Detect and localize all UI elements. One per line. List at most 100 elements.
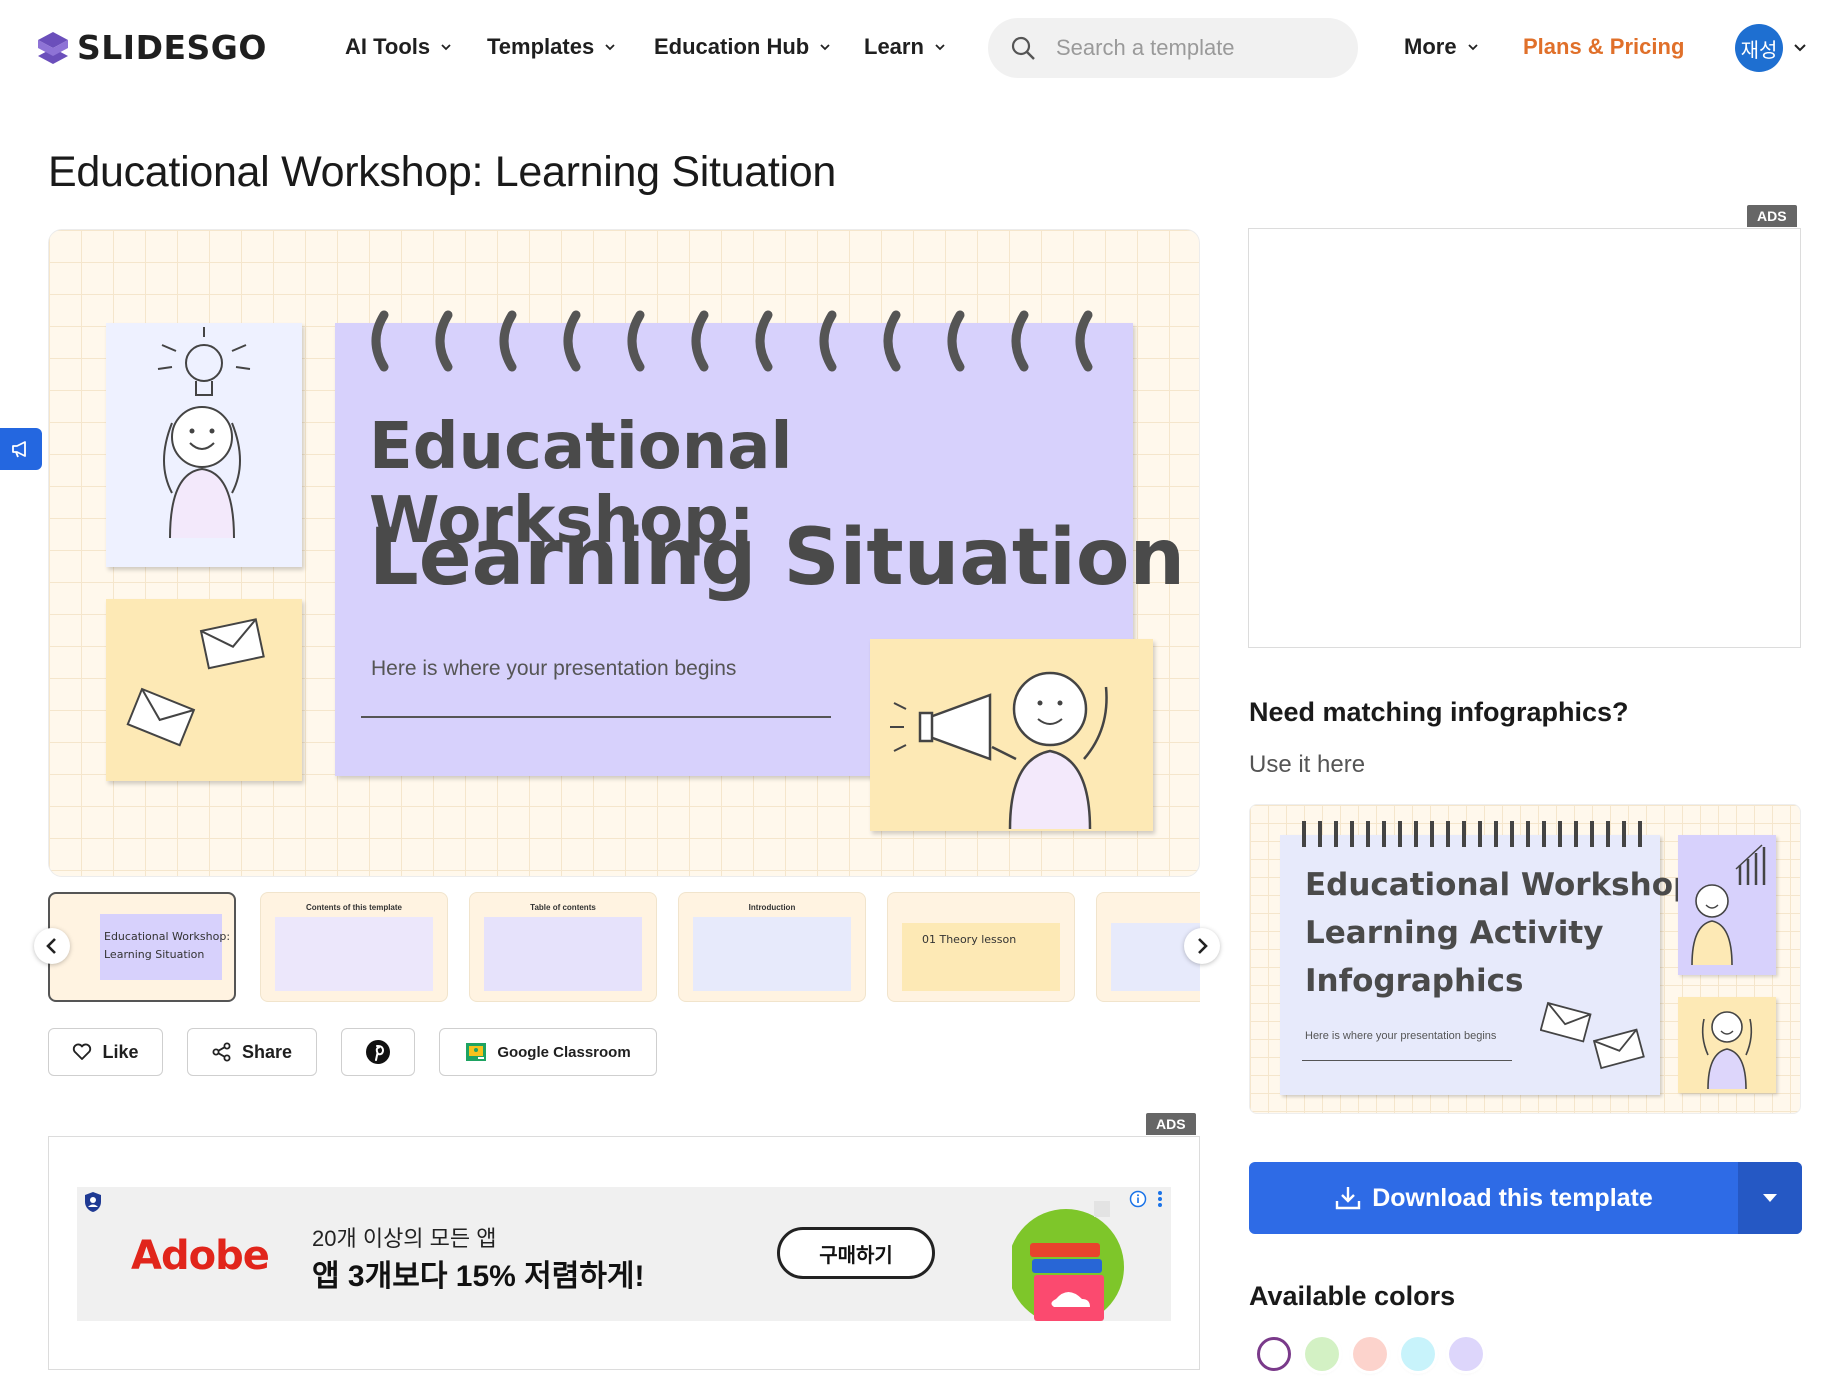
share-icon [212, 1042, 231, 1062]
megaphone-person-illustration [890, 671, 1108, 830]
slide-subtitle: Here is where your presentation begins [371, 657, 737, 680]
sticky-note-yellow-right [870, 639, 1153, 831]
thumbnail-prev-button[interactable] [34, 928, 70, 964]
sticky-note-blue [106, 323, 302, 567]
infographics-card-subtitle: Here is where your presentation begins [1305, 1030, 1497, 1042]
thumbnail-5[interactable]: 01 Theory lesson [887, 892, 1075, 1002]
chevron-down-icon [820, 44, 830, 51]
adobe-creative-cloud-illustration [1012, 1201, 1124, 1321]
thumbnail-slide [1111, 923, 1200, 991]
thumbnail-slide [275, 917, 433, 991]
thumbnail-label: Introduction [748, 903, 796, 912]
thumbnail-slide [484, 917, 642, 991]
megaphone-icon [12, 441, 26, 458]
nav-more[interactable]: More [1404, 34, 1479, 60]
chevron-down-icon [935, 44, 945, 51]
thumbnail-label: Table of contents [530, 903, 596, 912]
infographics-card-title-line2: Learning Activity [1305, 915, 1604, 951]
thumbnail-text: Educational Workshop: Learning Situation [104, 928, 230, 964]
adobe-logo: Adobe [131, 1233, 270, 1279]
slide-divider [361, 716, 831, 718]
avatar[interactable]: 재성 [1735, 24, 1783, 72]
slide-title-line2: Learning Situation [369, 513, 1185, 603]
notebook-rings-icon [371, 310, 1093, 372]
thumbnail-4[interactable]: Introduction [678, 892, 866, 1002]
nav-learn-label: Learn [864, 34, 924, 59]
feedback-tab[interactable] [0, 428, 42, 470]
color-swatch-cyan[interactable] [1401, 1337, 1435, 1371]
adobe-cta-button[interactable]: 구매하기 [777, 1227, 935, 1279]
pinterest-button[interactable] [341, 1028, 415, 1076]
nav-ai-tools-label: AI Tools [345, 34, 431, 59]
thumbnail-label: Contents of this template [305, 903, 402, 912]
like-button[interactable]: Like [48, 1028, 163, 1076]
heart-icon [73, 1043, 92, 1060]
infographics-card-divider [1302, 1060, 1512, 1061]
nav-templates[interactable]: Templates [487, 34, 616, 60]
chevron-down-icon[interactable] [1793, 42, 1807, 54]
color-swatch-green[interactable] [1305, 1337, 1339, 1371]
ad-banner-bottom[interactable]: Adobe 20개 이상의 모든 앱 앱 3개보다 15% 저렴하게! 구매하기 [48, 1136, 1200, 1370]
adobe-ad[interactable]: Adobe 20개 이상의 모든 앱 앱 3개보다 15% 저렴하게! 구매하기 [77, 1187, 1171, 1321]
thumbnail-slide [693, 917, 851, 991]
ad-menu-icon[interactable] [1157, 1190, 1163, 1208]
ads-label: ADS [1146, 1113, 1196, 1135]
nav-learn[interactable]: Learn [864, 34, 946, 60]
ads-label: ADS [1747, 205, 1797, 227]
notebook-rings-icon [1302, 821, 1642, 847]
google-classroom-icon [466, 1043, 487, 1061]
adobe-ad-line2: 앱 3개보다 15% 저렴하게! [312, 1260, 645, 1293]
infographics-card-note-yellow [1678, 997, 1776, 1093]
plans-pricing-link[interactable]: Plans & Pricing [1523, 34, 1684, 60]
envelopes-illustration [126, 618, 265, 747]
infographics-heading: Need matching infographics? [1249, 697, 1629, 727]
chevron-right-icon [1198, 938, 1208, 954]
google-classroom-button[interactable]: Google Classroom [439, 1028, 657, 1076]
thumbnail-next-button[interactable] [1184, 928, 1220, 964]
infographics-card[interactable]: Educational Workshop: Learning Activity … [1249, 804, 1801, 1114]
template-preview[interactable]: Educational Workshop: Learning Situation… [48, 229, 1200, 877]
caret-down-icon [1763, 1194, 1777, 1202]
thumbnail-2[interactable]: Contents of this template [260, 892, 448, 1002]
like-label: Like [102, 1041, 139, 1062]
download-label: Download this template [1372, 1183, 1653, 1212]
slidesgo-logo-icon [38, 31, 68, 64]
search-bar [988, 18, 1358, 78]
page-title: Educational Workshop: Learning Situation [48, 148, 836, 196]
person-chart-illustration [1691, 844, 1766, 966]
ad-box-right[interactable] [1248, 228, 1801, 648]
brand-name: SLIDESGO [77, 28, 267, 67]
person-cheering-illustration [1701, 1011, 1753, 1090]
thumbnail-text-line1: Educational Workshop: [104, 930, 231, 943]
nav-education-hub[interactable]: Education Hub [654, 34, 831, 60]
color-swatch-white[interactable] [1257, 1337, 1291, 1371]
infographics-card-title-line3: Infographics [1305, 963, 1524, 999]
adobe-ad-line1: 20개 이상의 모든 앱 [312, 1226, 497, 1251]
search-input[interactable] [1056, 35, 1336, 61]
infographics-card-note-purple [1678, 835, 1776, 975]
nav-ai-tools[interactable]: AI Tools [345, 34, 452, 60]
available-colors-heading: Available colors [1249, 1281, 1456, 1311]
ad-info-icon[interactable] [1129, 1190, 1147, 1208]
download-dropdown-button[interactable] [1738, 1162, 1802, 1234]
share-button[interactable]: Share [187, 1028, 317, 1076]
search-icon [1011, 36, 1035, 60]
chevron-down-icon [441, 44, 451, 51]
slidesgo-logo[interactable]: SLIDESGO [35, 28, 267, 67]
color-swatch-pink[interactable] [1353, 1337, 1387, 1371]
envelopes-illustration [1540, 1001, 1645, 1070]
download-button[interactable]: Download this template [1249, 1162, 1802, 1234]
thumbnail-text-line1: 01 Theory lesson [922, 933, 1017, 946]
header: SLIDESGO AI Tools Templates Education Hu… [0, 0, 1823, 96]
color-swatch-lavender[interactable] [1449, 1337, 1483, 1371]
share-label: Share [241, 1041, 293, 1062]
thumbnail-3[interactable]: Table of contents [469, 892, 657, 1002]
download-main[interactable]: Download this template [1249, 1184, 1738, 1213]
download-icon [1336, 1187, 1361, 1210]
chevron-down-icon [605, 44, 615, 51]
pinterest-icon [366, 1040, 390, 1064]
google-classroom-label: Google Classroom [497, 1043, 631, 1061]
thumbnail-text-line2: Learning Situation [104, 948, 205, 961]
infographics-subtext: Use it here [1249, 751, 1366, 778]
thumbnail-1[interactable]: Educational Workshop: Learning Situation [48, 892, 236, 1002]
